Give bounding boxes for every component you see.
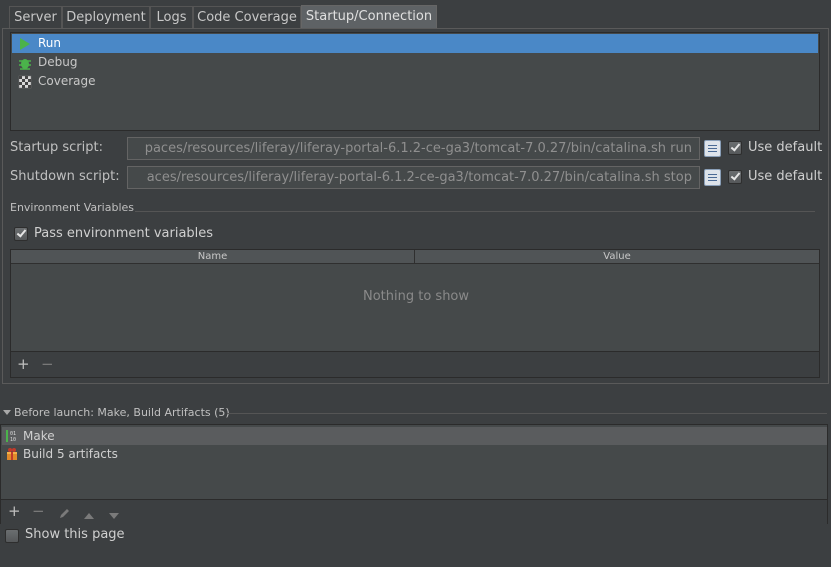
- startup-use-default-checkbox[interactable]: [728, 141, 742, 155]
- column-header-name[interactable]: Name: [11, 250, 415, 264]
- move-up-icon[interactable]: [83, 506, 95, 519]
- before-launch-separator: [227, 413, 827, 414]
- executor-item-debug[interactable]: Debug: [12, 53, 818, 72]
- executor-list[interactable]: Run Debug Coverage: [10, 32, 820, 131]
- startup-use-default-label: Use default: [748, 140, 823, 155]
- debug-icon: [18, 56, 32, 70]
- pass-env-label: Pass environment variables: [34, 226, 214, 241]
- collapse-triangle-icon[interactable]: [3, 410, 11, 415]
- check-icon: [730, 141, 741, 152]
- env-separator: [135, 211, 815, 212]
- coverage-icon: [18, 75, 32, 89]
- startup-script-label: Startup script:: [10, 140, 103, 155]
- shutdown-use-default-label: Use default: [748, 169, 823, 184]
- tab-startup-connection[interactable]: Startup/Connection: [301, 5, 437, 28]
- executor-label: Coverage: [38, 74, 96, 88]
- before-launch-list[interactable]: 01 10 Make Build 5 artifacts + −: [0, 424, 828, 524]
- before-launch-item-label: Build 5 artifacts: [23, 447, 118, 461]
- startup-script-field[interactable]: paces/resources/liferay/liferay-portal-6…: [127, 137, 700, 160]
- env-section-title: Environment Variables: [10, 201, 135, 214]
- empty-table-text: Nothing to show: [362, 289, 470, 304]
- env-table-toolbar: + −: [11, 351, 819, 377]
- before-launch-toolbar: + −: [1, 499, 827, 524]
- make-icon: 01 10: [5, 429, 19, 443]
- env-table[interactable]: Name Value Nothing to show + −: [10, 249, 820, 378]
- check-icon: [730, 170, 741, 181]
- artifacts-icon: [5, 447, 19, 461]
- svg-text:10: 10: [10, 437, 16, 443]
- before-launch-item-make[interactable]: 01 10 Make: [2, 427, 827, 445]
- tab-server[interactable]: Server: [9, 6, 62, 28]
- executor-label: Debug: [38, 55, 78, 69]
- before-launch-item-artifacts[interactable]: Build 5 artifacts: [2, 445, 827, 463]
- before-launch-title[interactable]: Before launch: Make, Build Artifacts (5): [14, 406, 230, 419]
- tab-code-coverage[interactable]: Code Coverage: [193, 6, 301, 28]
- startup-browse-button[interactable]: [704, 140, 721, 157]
- shutdown-browse-button[interactable]: [704, 169, 721, 186]
- shutdown-script-field[interactable]: aces/resources/liferay/liferay-portal-6.…: [127, 166, 700, 189]
- move-down-icon[interactable]: [108, 506, 120, 519]
- column-header-value[interactable]: Value: [415, 250, 819, 264]
- shutdown-use-default-checkbox[interactable]: [728, 170, 742, 184]
- executor-item-run[interactable]: Run: [12, 34, 818, 53]
- executor-label: Run: [38, 36, 62, 50]
- run-icon: [18, 37, 32, 51]
- add-env-button[interactable]: +: [17, 356, 30, 372]
- check-icon: [16, 227, 27, 238]
- pass-env-checkbox[interactable]: [14, 227, 28, 241]
- tab-deployment[interactable]: Deployment: [62, 6, 150, 28]
- show-page-label: Show this page: [25, 527, 125, 542]
- remove-task-button[interactable]: −: [32, 503, 45, 519]
- edit-pencil-icon[interactable]: [58, 505, 71, 518]
- show-page-checkbox[interactable]: [5, 529, 19, 543]
- remove-env-button[interactable]: −: [41, 356, 54, 372]
- tab-logs[interactable]: Logs: [150, 6, 193, 28]
- add-task-button[interactable]: +: [8, 503, 21, 519]
- shutdown-script-label: Shutdown script:: [10, 169, 120, 184]
- executor-item-coverage[interactable]: Coverage: [12, 72, 818, 91]
- before-launch-item-label: Make: [23, 429, 55, 443]
